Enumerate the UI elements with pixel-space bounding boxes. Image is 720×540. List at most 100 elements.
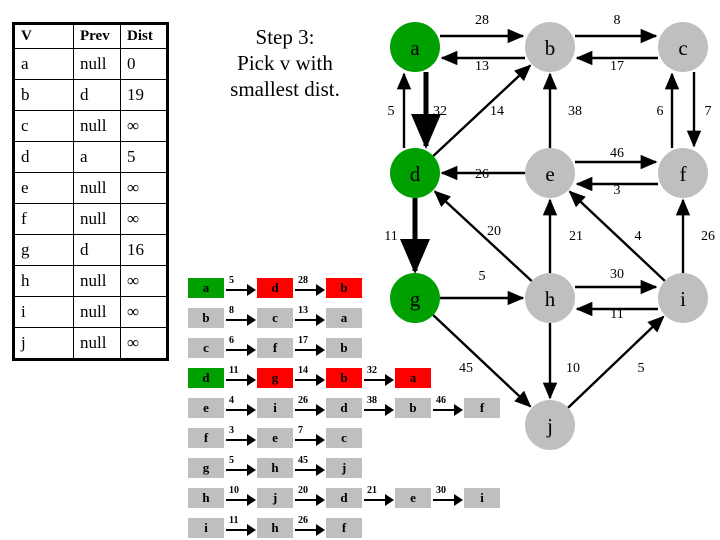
column-header-prev: Prev xyxy=(73,23,121,49)
graph-node-e[interactable] xyxy=(525,148,575,198)
adjacency-arrow-icon: 6 xyxy=(224,335,257,358)
arrow-head xyxy=(316,404,325,416)
adjacency-edge-weight: 7 xyxy=(298,425,303,436)
graph-node-label: i xyxy=(680,287,686,311)
adjacency-edge-weight: 28 xyxy=(298,275,308,286)
adjacency-target-node[interactable]: b xyxy=(326,338,362,358)
adjacency-edge-weight: 32 xyxy=(367,365,377,376)
adjacency-source-node[interactable]: f xyxy=(188,428,224,448)
graph-node-c[interactable] xyxy=(658,22,708,72)
adjacency-source-node[interactable]: b xyxy=(188,308,224,328)
adjacency-arrow-icon: 21 xyxy=(362,485,395,508)
adjacency-target-node[interactable]: g xyxy=(257,368,293,388)
cell-prev: null xyxy=(73,203,121,235)
cell-prev: null xyxy=(73,48,121,80)
adjacency-row: e 4 i 26 d 38 b 46 f xyxy=(188,395,500,419)
arrow-head xyxy=(247,344,256,356)
table-row: j null ∞ xyxy=(13,327,168,360)
graph-edge-weight: 8 xyxy=(614,13,621,28)
graph-edge-weight: 20 xyxy=(487,224,501,239)
cell-vertex: c xyxy=(13,110,74,142)
table-row: b d 19 xyxy=(13,79,168,111)
graph-edge xyxy=(433,190,533,282)
graph-node-j[interactable] xyxy=(525,400,575,450)
arrow-shaft xyxy=(364,379,387,381)
arrow-head xyxy=(316,434,325,446)
arrow-shaft xyxy=(295,529,318,531)
adjacency-row: i 11 h 26 f xyxy=(188,515,500,539)
adjacency-target-node[interactable]: c xyxy=(257,308,293,328)
graph-node-b[interactable] xyxy=(525,22,575,72)
arrow-shaft xyxy=(226,439,249,441)
adjacency-arrow-icon: 7 xyxy=(293,425,326,448)
adjacency-source-node[interactable]: h xyxy=(188,488,224,508)
adjacency-edge-weight: 26 xyxy=(298,515,308,526)
adjacency-target-node[interactable]: h xyxy=(257,518,293,538)
graph-node-label: d xyxy=(410,162,421,186)
adjacency-target-node[interactable]: e xyxy=(257,428,293,448)
table-header-row: V Prev Dist xyxy=(13,23,168,49)
adjacency-target-node[interactable]: f xyxy=(464,398,500,418)
graph-node-h[interactable] xyxy=(525,273,575,323)
adjacency-target-node[interactable]: c xyxy=(326,428,362,448)
adjacency-arrow-icon: 11 xyxy=(224,515,257,538)
arrow-head xyxy=(247,404,256,416)
graph-edge-weight: 5 xyxy=(638,361,645,376)
adjacency-arrow-icon: 45 xyxy=(293,455,326,478)
adjacency-target-node[interactable]: f xyxy=(326,518,362,538)
adjacency-target-node[interactable]: b xyxy=(395,398,431,418)
graph-edge-weight: 13 xyxy=(475,59,489,74)
adjacency-row: b 8 c 13 a xyxy=(188,305,500,329)
adjacency-arrow-icon: 14 xyxy=(293,365,326,388)
arrow-shaft xyxy=(226,409,249,411)
adjacency-target-node[interactable]: j xyxy=(257,488,293,508)
adjacency-target-node[interactable]: b xyxy=(326,368,362,388)
adjacency-source-node[interactable]: d xyxy=(188,368,224,388)
column-header-v: V xyxy=(13,23,74,49)
adjacency-target-node[interactable]: d xyxy=(326,398,362,418)
arrow-head xyxy=(454,404,463,416)
table-row: i null ∞ xyxy=(13,296,168,328)
adjacency-target-node[interactable]: d xyxy=(257,278,293,298)
adjacency-target-node[interactable]: a xyxy=(395,368,431,388)
adjacency-source-node[interactable]: a xyxy=(188,278,224,298)
graph-edge-weight: 32 xyxy=(433,104,447,119)
arrow-head xyxy=(454,494,463,506)
graph-node-i[interactable] xyxy=(658,273,708,323)
adjacency-target-node[interactable]: e xyxy=(395,488,431,508)
adjacency-target-node[interactable]: b xyxy=(326,278,362,298)
graph-node-label: f xyxy=(680,162,687,186)
arrow-shaft xyxy=(226,379,249,381)
graph-node-a[interactable] xyxy=(390,22,440,72)
adjacency-target-node[interactable]: f xyxy=(257,338,293,358)
adjacency-arrow-icon: 13 xyxy=(293,305,326,328)
adjacency-target-node[interactable]: d xyxy=(326,488,362,508)
graph-node-label: b xyxy=(545,36,556,60)
adjacency-source-node[interactable]: g xyxy=(188,458,224,478)
cell-prev: null xyxy=(73,172,121,204)
adjacency-source-node[interactable]: c xyxy=(188,338,224,358)
arrow-head xyxy=(316,524,325,536)
adjacency-target-node[interactable]: j xyxy=(326,458,362,478)
adjacency-target-node[interactable]: h xyxy=(257,458,293,478)
graph-node-f[interactable] xyxy=(658,148,708,198)
arrow-shaft xyxy=(226,289,249,291)
adjacency-arrow-icon: 32 xyxy=(362,365,395,388)
cell-dist: 16 xyxy=(120,234,168,266)
cell-vertex: j xyxy=(13,327,74,360)
adjacency-source-node[interactable]: i xyxy=(188,518,224,538)
table-row: g d 16 xyxy=(13,234,168,266)
adjacency-target-node[interactable]: a xyxy=(326,308,362,328)
cell-dist: 5 xyxy=(120,141,168,173)
graph-node-d[interactable] xyxy=(390,148,440,198)
adjacency-target-node[interactable]: i xyxy=(464,488,500,508)
graph-node-label: h xyxy=(545,287,556,311)
adjacency-source-node[interactable]: e xyxy=(188,398,224,418)
cell-vertex: d xyxy=(13,141,74,173)
arrow-shaft xyxy=(295,349,318,351)
adjacency-target-node[interactable]: i xyxy=(257,398,293,418)
adjacency-edge-weight: 30 xyxy=(436,485,446,496)
arrow-head xyxy=(247,314,256,326)
adjacency-row: h 10 j 20 d 21 e 30 i xyxy=(188,485,500,509)
cell-prev: d xyxy=(73,79,121,111)
